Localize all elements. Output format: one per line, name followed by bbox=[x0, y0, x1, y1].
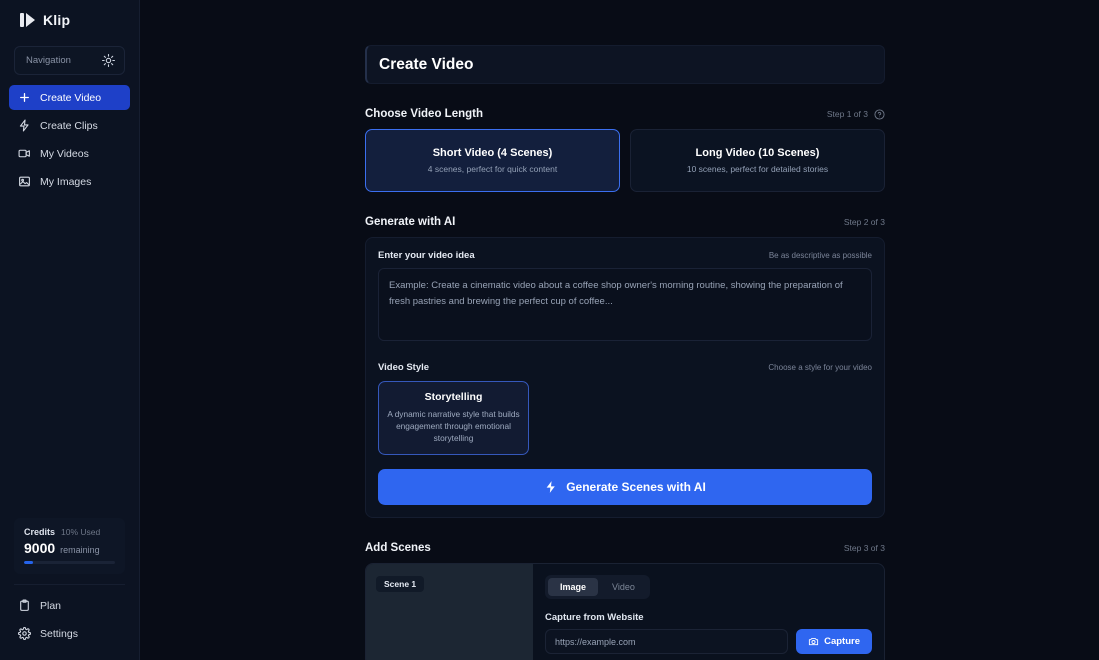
step2-step-label: Step 2 of 3 bbox=[843, 217, 885, 227]
sidebar-nav: Create Video Create Clips My Videos My I… bbox=[0, 85, 139, 194]
idea-field-label: Enter your video idea bbox=[378, 250, 475, 261]
style-field-hint: Choose a style for your video bbox=[768, 363, 872, 372]
page-header: Create Video bbox=[365, 45, 885, 84]
step1-title: Choose Video Length bbox=[365, 108, 483, 120]
video-length-options: Short Video (4 Scenes) 4 scenes, perfect… bbox=[365, 129, 885, 192]
step1-header: Choose Video Length Step 1 of 3 bbox=[365, 108, 885, 120]
navigation-box: Navigation bbox=[14, 46, 125, 75]
sidebar-divider bbox=[14, 584, 125, 585]
generate-scenes-label: Generate Scenes with AI bbox=[566, 480, 706, 495]
credits-progress-fill bbox=[24, 561, 34, 564]
length-option-subtitle: 10 scenes, perfect for detailed stories bbox=[686, 164, 829, 174]
credits-card: Credits 10% Used 9000 remaining bbox=[14, 518, 125, 574]
scene-card: Scene 1 Image Video Capture from Website bbox=[365, 563, 885, 660]
length-option-title: Short Video (4 Scenes) bbox=[432, 147, 553, 159]
step1-indicator: Step 1 of 3 bbox=[826, 108, 885, 120]
plus-icon bbox=[18, 91, 31, 104]
help-circle-icon[interactable] bbox=[874, 108, 885, 120]
step1-step-label: Step 1 of 3 bbox=[826, 109, 868, 119]
sidebar-item-my-images[interactable]: My Images bbox=[9, 169, 130, 194]
camera-icon bbox=[808, 636, 819, 647]
step3-step-label: Step 3 of 3 bbox=[843, 543, 885, 554]
credits-progress-bar bbox=[24, 561, 115, 564]
video-style-options: Storytelling A dynamic narrative style t… bbox=[378, 381, 872, 456]
step3-header: Add Scenes Step 3 of 3 bbox=[365, 542, 885, 554]
sidebar-item-label: My Images bbox=[40, 175, 92, 188]
credits-remaining-label: remaining bbox=[60, 545, 100, 555]
gear-icon bbox=[18, 627, 31, 640]
image-icon bbox=[18, 175, 31, 188]
bolt-icon bbox=[18, 119, 31, 132]
credits-header: Credits 10% Used bbox=[24, 527, 115, 537]
content-column: Create Video Choose Video Length Step 1 … bbox=[365, 0, 885, 660]
klip-logo-icon bbox=[20, 12, 36, 28]
media-type-tabs: Image Video bbox=[545, 575, 650, 600]
sidebar-bottom-nav: Plan Settings bbox=[0, 593, 139, 660]
step2-title: Generate with AI bbox=[365, 216, 456, 228]
capture-from-website-label: Capture from Website bbox=[545, 612, 644, 624]
scene-settings-panel: Image Video Capture from Website Capture bbox=[533, 564, 884, 660]
idea-field-hint: Be as descriptive as possible bbox=[768, 251, 872, 260]
sidebar-item-create-video[interactable]: Create Video bbox=[9, 85, 130, 110]
scene-badge: Scene 1 bbox=[376, 576, 425, 593]
length-option-title: Long Video (10 Scenes) bbox=[695, 147, 820, 159]
idea-field-header: Enter your video idea Be as descriptive … bbox=[378, 250, 872, 261]
scene-preview-panel: Scene 1 bbox=[366, 564, 533, 660]
capture-button-label: Capture bbox=[824, 636, 860, 648]
step2-header: Generate with AI Step 2 of 3 bbox=[365, 216, 885, 228]
sidebar-item-label: Plan bbox=[40, 599, 62, 612]
sidebar-item-create-clips[interactable]: Create Clips bbox=[9, 113, 130, 138]
capture-row: Capture bbox=[545, 629, 872, 655]
brand-name: Klip bbox=[43, 12, 71, 28]
length-option-long[interactable]: Long Video (10 Scenes) 10 scenes, perfec… bbox=[630, 129, 885, 192]
brand-logo[interactable]: Klip bbox=[0, 0, 139, 40]
sidebar: Klip Navigation Create Video Create Clip… bbox=[0, 0, 140, 660]
step2-indicator: Step 2 of 3 bbox=[844, 217, 885, 227]
page-title: Create Video bbox=[379, 55, 474, 73]
sun-icon[interactable] bbox=[102, 54, 115, 67]
sidebar-item-settings[interactable]: Settings bbox=[9, 621, 130, 646]
credits-amount-row: 9000 remaining bbox=[24, 540, 115, 556]
tab-image[interactable]: Image bbox=[548, 578, 599, 597]
style-option-storytelling[interactable]: Storytelling A dynamic narrative style t… bbox=[378, 381, 529, 456]
credits-used-label: 10% Used bbox=[61, 527, 101, 537]
style-option-title: Storytelling bbox=[424, 391, 483, 403]
style-field-header: Video Style Choose a style for your vide… bbox=[378, 362, 872, 373]
credits-title: Credits bbox=[24, 527, 56, 537]
length-option-short[interactable]: Short Video (4 Scenes) 4 scenes, perfect… bbox=[365, 129, 620, 192]
video-camera-icon bbox=[18, 147, 31, 160]
bolt-icon bbox=[544, 480, 558, 494]
sidebar-item-label: Create Clips bbox=[40, 119, 98, 132]
sidebar-item-label: My Videos bbox=[40, 147, 89, 160]
main-content: Create Video Choose Video Length Step 1 … bbox=[140, 0, 1099, 660]
capture-url-input[interactable] bbox=[545, 629, 789, 655]
generate-scenes-button[interactable]: Generate Scenes with AI bbox=[378, 469, 872, 506]
tab-video[interactable]: Video bbox=[600, 578, 647, 596]
sidebar-item-plan[interactable]: Plan bbox=[9, 593, 130, 618]
sidebar-item-my-videos[interactable]: My Videos bbox=[9, 141, 130, 166]
clipboard-icon bbox=[18, 599, 31, 612]
credits-amount: 9000 bbox=[24, 540, 56, 556]
step3-indicator: Step 3 of 3 bbox=[844, 543, 885, 553]
video-idea-input[interactable] bbox=[378, 268, 872, 341]
sidebar-item-label: Settings bbox=[40, 627, 78, 640]
sidebar-item-label: Create Video bbox=[40, 91, 102, 104]
generate-panel: Enter your video idea Be as descriptive … bbox=[365, 237, 885, 519]
capture-button[interactable]: Capture bbox=[796, 629, 872, 655]
length-option-subtitle: 4 scenes, perfect for quick content bbox=[427, 164, 558, 174]
style-option-description: A dynamic narrative style that builds en… bbox=[387, 409, 520, 444]
navigation-label: Navigation bbox=[26, 55, 71, 66]
step3-title: Add Scenes bbox=[365, 542, 431, 555]
style-field-label: Video Style bbox=[378, 362, 430, 373]
